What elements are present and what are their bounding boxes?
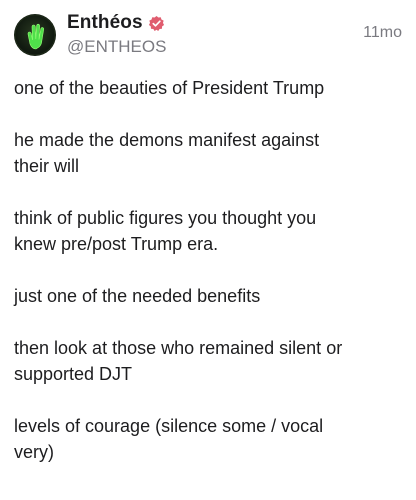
author-identity: Enthéos @ENTHEOS	[67, 12, 166, 57]
author-handle[interactable]: @ENTHEOS	[67, 37, 166, 57]
verified-badge-icon	[148, 15, 165, 32]
post-paragraph: think of public figures you thought you …	[14, 208, 317, 254]
avatar[interactable]	[14, 14, 56, 56]
green-hand-avatar-icon	[14, 14, 56, 56]
post-header: Enthéos @ENTHEOS 11mo	[14, 12, 402, 60]
post-paragraph: then look at those who remained silent o…	[14, 338, 343, 384]
post-paragraph: just one of the needed benefits	[14, 286, 261, 306]
post-paragraph: one of the beauties of President Trump	[14, 78, 325, 98]
post-body: one of the beauties of President Trump h…	[14, 75, 402, 491]
post-paragraph: he made the demons manifest against thei…	[14, 130, 320, 176]
post-timestamp[interactable]: 11mo	[363, 24, 402, 42]
post-paragraph: levels of courage (silence some / vocal …	[14, 416, 324, 462]
display-name-row: Enthéos	[67, 12, 166, 34]
display-name[interactable]: Enthéos	[67, 12, 143, 34]
